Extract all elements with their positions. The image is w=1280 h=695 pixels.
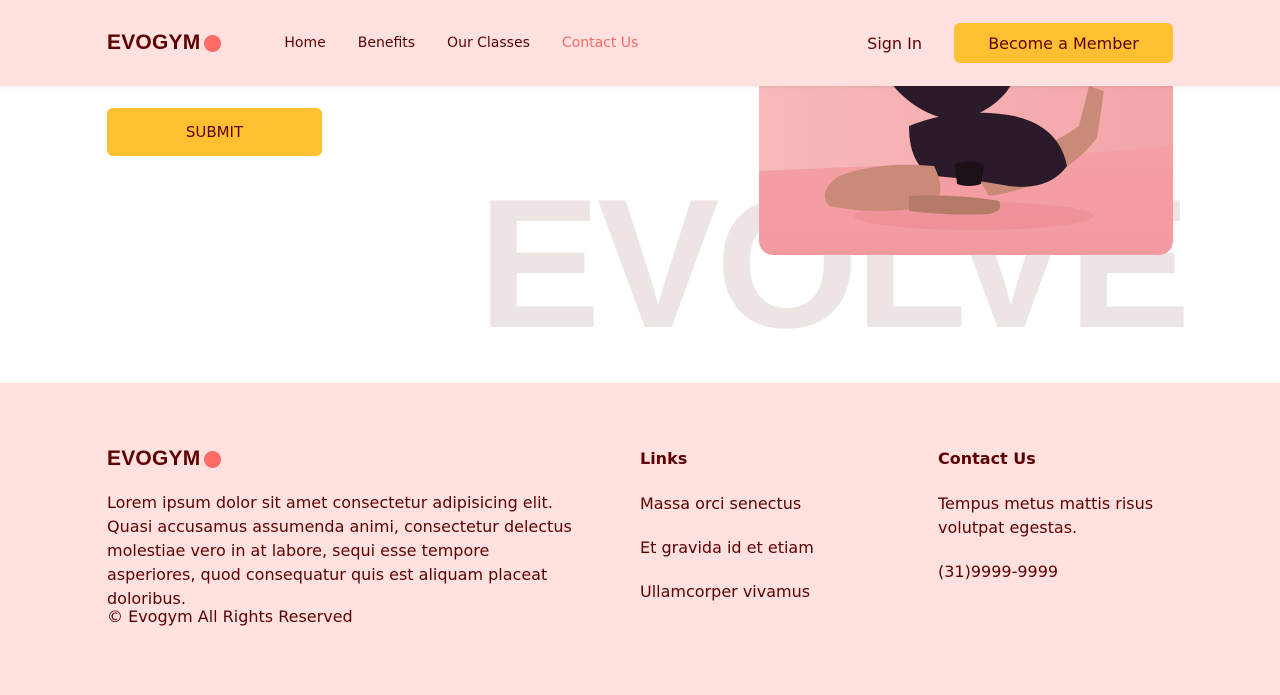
- footer-link-item[interactable]: Massa orci senectus: [640, 492, 814, 516]
- logo-text: EVOGYM: [107, 31, 201, 54]
- navbar-inner: EVOGYM Home Benefits Our Classes Contact…: [107, 0, 1173, 86]
- woman-stretching-image: [759, 86, 1173, 255]
- footer-copyright: © Evogym All Rights Reserved: [107, 607, 353, 626]
- nav-link-our-classes[interactable]: Our Classes: [447, 35, 530, 51]
- contact-page-graphic: [759, 86, 1173, 255]
- nav-actions: Sign In Become a Member: [867, 23, 1173, 63]
- footer-link-item[interactable]: Et gravida id et etiam: [640, 536, 814, 560]
- footer-logo-dot-icon: [204, 450, 222, 468]
- nav-link-home[interactable]: Home: [284, 35, 325, 51]
- footer-contact-title: Contact Us: [938, 449, 1036, 468]
- footer-link-item[interactable]: Ullamcorper vivamus: [640, 580, 814, 604]
- nav-links: Home Benefits Our Classes Contact Us: [284, 35, 670, 51]
- footer-about-text: Lorem ipsum dolor sit amet consectetur a…: [107, 493, 572, 608]
- submit-button[interactable]: SUBMIT: [107, 108, 322, 156]
- footer-contact-column: Contact Us Tempus metus mattis risus vol…: [938, 449, 1173, 604]
- contact-section: EVOLVE SUBMIT: [0, 86, 1280, 383]
- footer-logo[interactable]: EVOGYM: [107, 447, 222, 471]
- footer: EVOGYM Lorem ipsum dolor sit amet consec…: [0, 383, 1280, 695]
- sign-in-link[interactable]: Sign In: [867, 34, 922, 53]
- footer-phone: (31)9999-9999: [938, 562, 1059, 581]
- logo-dot-icon: [204, 34, 222, 52]
- logo[interactable]: EVOGYM: [107, 31, 222, 55]
- nav-link-contact-us[interactable]: Contact Us: [562, 35, 638, 51]
- footer-contact-text: Tempus metus mattis risus volutpat egest…: [938, 494, 1154, 537]
- nav-link-benefits[interactable]: Benefits: [358, 35, 415, 51]
- navbar: EVOGYM Home Benefits Our Classes Contact…: [0, 0, 1280, 86]
- footer-links-title: Links: [640, 449, 688, 468]
- become-member-button[interactable]: Become a Member: [954, 23, 1173, 63]
- footer-logo-text: EVOGYM: [107, 447, 201, 470]
- footer-links-column: Links Massa orci senectus Et gravida id …: [640, 449, 814, 624]
